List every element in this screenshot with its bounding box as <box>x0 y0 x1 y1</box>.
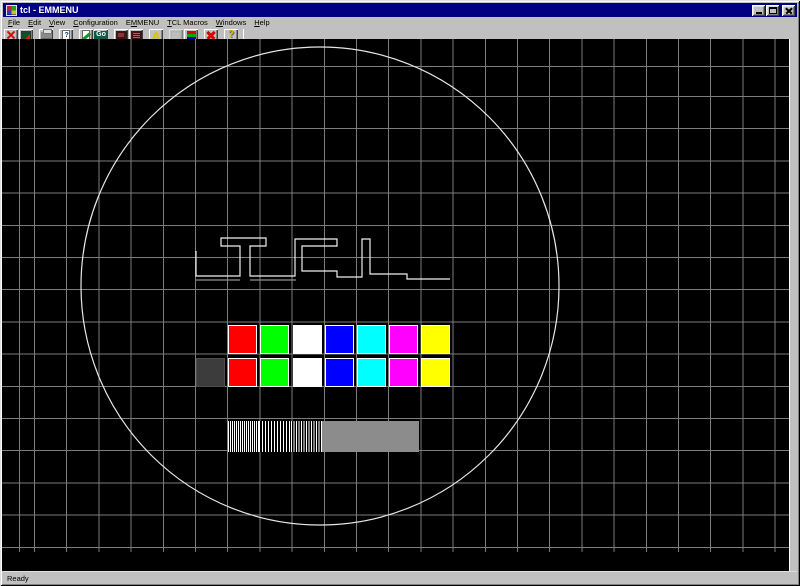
close-icon <box>785 7 792 14</box>
stripe-pattern-coarse <box>291 421 322 452</box>
color-square-row1-1 <box>260 325 289 354</box>
minimize-icon <box>756 12 762 14</box>
menu-edit[interactable]: Edit <box>24 17 45 28</box>
test-circle <box>81 47 559 525</box>
test-pattern-overlay <box>2 39 790 571</box>
menu-tcl-macros[interactable]: TCL Macros <box>163 17 212 28</box>
window-controls <box>751 5 795 16</box>
minimize-button[interactable] <box>752 5 765 16</box>
app-icon <box>6 5 17 16</box>
gray-square <box>196 358 225 387</box>
status-bar: Ready <box>3 571 797 584</box>
color-square-row1-6 <box>421 325 450 354</box>
test-pattern-canvas[interactable] <box>2 39 790 571</box>
color-square-row1-0 <box>228 325 257 354</box>
menu-bar: FileEditViewConfigurationEMMENUTCL Macro… <box>4 17 274 28</box>
menu-windows[interactable]: Windows <box>212 17 250 28</box>
menu-help[interactable]: Help <box>250 17 273 28</box>
menu-configuration[interactable]: Configuration <box>69 17 122 28</box>
stripe-pattern-medium <box>259 421 291 452</box>
color-square-row1-4 <box>357 325 386 354</box>
app-window: tcl - EMMENU FileEditViewConfigurationEM… <box>0 0 800 586</box>
color-square-row2-0 <box>228 358 257 387</box>
menu-view[interactable]: View <box>45 17 69 28</box>
tcl-logo <box>196 238 450 280</box>
color-square-row2-4 <box>357 358 386 387</box>
color-square-row2-1 <box>260 358 289 387</box>
color-square-row2-6 <box>421 358 450 387</box>
title-bar[interactable]: tcl - EMMENU <box>3 3 797 17</box>
tcl-logo-outline <box>196 238 450 279</box>
color-square-row2-2 <box>293 358 322 387</box>
color-square-row1-5 <box>389 325 418 354</box>
color-square-row2-3 <box>325 358 354 387</box>
window-title: tcl - EMMENU <box>20 3 79 17</box>
close-button[interactable] <box>782 5 795 16</box>
resolution-bars <box>228 421 419 452</box>
gray-block <box>322 421 419 452</box>
stripe-pattern-fine <box>228 421 259 452</box>
maximize-button[interactable] <box>766 5 779 16</box>
maximize-icon <box>769 7 777 14</box>
color-square-row2-5 <box>389 358 418 387</box>
menu-file[interactable]: File <box>4 17 24 28</box>
color-square-row1-3 <box>325 325 354 354</box>
status-text: Ready <box>7 574 29 583</box>
color-square-row1-2 <box>293 325 322 354</box>
